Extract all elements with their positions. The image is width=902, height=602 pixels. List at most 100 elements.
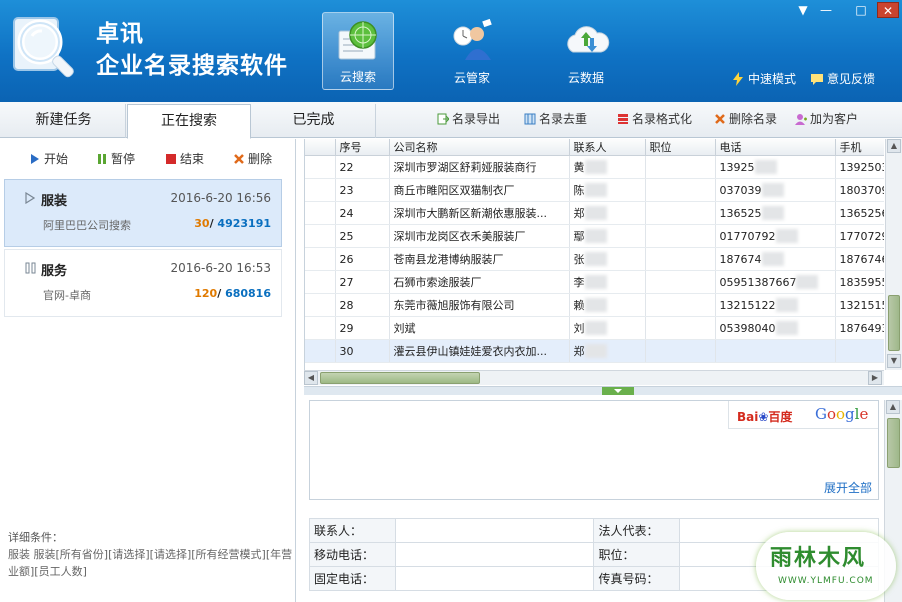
panel-splitter[interactable] <box>304 386 902 395</box>
redacted-mask <box>584 275 607 289</box>
cell-phone: 187674 <box>715 247 836 271</box>
table-row[interactable]: 28 东莞市薇旭服饰有限公司赖 13215122 1321515 <box>305 293 884 317</box>
app-title-line2: 企业名录搜索软件 <box>96 53 288 79</box>
scroll-up-arrow-icon[interactable]: ▲ <box>887 139 901 153</box>
export-list-label: 名录导出 <box>452 112 501 126</box>
delete-list-button[interactable]: 删除名录 <box>714 110 777 127</box>
minimize-button[interactable]: — <box>815 2 837 18</box>
table-horizontal-scrollbar[interactable]: ◀ ▶ <box>304 370 884 385</box>
export-list-button[interactable]: 名录导出 <box>437 110 500 127</box>
scroll-right-arrow-icon[interactable]: ▶ <box>868 371 882 385</box>
task-found-count: 120 <box>194 287 218 300</box>
format-list-button[interactable]: 名录格式化 <box>617 110 692 127</box>
search-engines: Bai❀百度 Google <box>728 401 878 429</box>
stop-icon <box>166 154 176 164</box>
dedupe-list-label: 名录去重 <box>539 112 588 126</box>
maximize-icon: □ <box>855 3 867 17</box>
delete-list-label: 删除名录 <box>729 112 778 126</box>
table-row[interactable]: 27 石狮市索途服装厂李 05951387667 1835955 <box>305 270 884 294</box>
column-header-company[interactable]: 公司名称 <box>389 139 570 156</box>
redacted-mask <box>584 344 607 358</box>
column-header-position[interactable]: 职位 <box>645 139 716 156</box>
scroll-thumb[interactable] <box>887 418 900 468</box>
position-label: 职位： <box>593 542 681 567</box>
cell-company: 商丘市睢阳区双猫制衣厂 <box>389 178 570 202</box>
column-header-mobile[interactable]: 手机 <box>835 139 884 156</box>
table-row[interactable]: 25 深圳市龙岗区衣禾美服装厂鄢 01770792 1770729 <box>305 224 884 248</box>
task-count: 30/ 4923191 <box>194 217 271 230</box>
redacted-mask <box>584 206 607 220</box>
title-bar: 卓讯 企业名录搜索软件 云搜索 云管家 云数据 ▼ — □ ✕ 中速模式 意见反… <box>0 0 902 102</box>
start-button[interactable]: 开始 <box>30 150 68 167</box>
landline-label: 固定电话： <box>309 566 396 591</box>
cell-mobile: 1365256 <box>835 201 884 225</box>
table-row[interactable]: 26 苍南县龙港博纳服装厂张 187674 1876746 <box>305 247 884 271</box>
chat-bubble-icon <box>811 74 823 85</box>
contact-person-value <box>394 518 595 543</box>
cell-mobile: 1392503 <box>835 155 884 179</box>
speed-mode-label: 中速模式 <box>748 72 797 86</box>
nav-cloud-search-label: 云搜索 <box>339 70 376 84</box>
baidu-logo-text-cn: 百度 <box>768 410 793 424</box>
cell-position <box>645 201 716 225</box>
table-row[interactable]: 24 深圳市大鹏新区新潮依惠服装... 郑 136525 1365256 <box>305 201 884 225</box>
table-row[interactable]: 30 灌云县伊山镇娃娃爱衣内衣加... 郑 <box>305 339 884 363</box>
feedback-button[interactable]: 意见反馈 <box>810 70 875 87</box>
cell-position <box>645 178 716 202</box>
column-header-contact[interactable]: 联系人 <box>569 139 646 156</box>
add-customer-button[interactable]: 加为客户 <box>795 110 858 127</box>
cell-index: 26 <box>335 247 390 271</box>
cell-contact: 郑 <box>569 201 646 225</box>
dedupe-list-button[interactable]: 名录去重 <box>524 110 587 127</box>
row-gutter <box>305 201 336 225</box>
cell-phone: 037039 <box>715 178 836 202</box>
table-vertical-scrollbar[interactable]: ▲ ▼ <box>885 139 902 370</box>
redacted-mask <box>584 229 607 243</box>
expand-all-link[interactable]: 展开全部 <box>824 479 872 496</box>
cell-mobile: 1321515 <box>835 293 884 317</box>
column-header-phone[interactable]: 电话 <box>715 139 836 156</box>
tab-searching[interactable]: 正在搜索 <box>127 104 251 139</box>
cell-contact: 陈 <box>569 178 646 202</box>
cell-contact: 鄢 <box>569 224 646 248</box>
pause-button[interactable]: 暂停 <box>97 150 135 167</box>
cell-position <box>645 293 716 317</box>
contact-person-label: 联系人： <box>309 518 396 543</box>
table-row[interactable]: 23 商丘市睢阳区双猫制衣厂陈 037039 1803709 <box>305 178 884 202</box>
feedback-label: 意见反馈 <box>827 72 876 86</box>
speed-mode-button[interactable]: 中速模式 <box>731 70 796 87</box>
task-item-clothing[interactable]: 服装 2016-6-20 16:56 阿里巴巴公司搜索 30/ 4923191 <box>4 179 282 247</box>
row-gutter <box>305 155 336 179</box>
redacted-mask <box>584 183 607 197</box>
scroll-left-arrow-icon[interactable]: ◀ <box>304 371 318 385</box>
app-title-line1: 卓讯 <box>96 21 144 47</box>
stop-button[interactable]: 结束 <box>166 150 204 167</box>
delete-task-button[interactable]: 删除 <box>234 150 272 167</box>
tab-completed[interactable]: 已完成 <box>252 104 376 138</box>
maximize-button[interactable]: □ <box>850 2 872 18</box>
baidu-logo[interactable]: Bai❀百度 <box>737 408 792 425</box>
table-row[interactable]: 22 深圳市罗湖区舒莉娅服装商行黄 13925 1392503 <box>305 155 884 179</box>
row-gutter <box>305 178 336 202</box>
detail-conditions-label: 详细条件： <box>8 531 63 544</box>
chevron-down-icon: ▼ <box>798 3 808 17</box>
close-button[interactable]: ✕ <box>877 2 899 18</box>
scroll-thumb[interactable] <box>320 372 480 384</box>
table-row[interactable]: 29 刘斌刘 05398040 1876493 <box>305 316 884 340</box>
nav-cloud-manager[interactable]: 云管家 <box>436 12 508 90</box>
redacted-mask <box>584 160 607 174</box>
column-header-index[interactable]: 序号 <box>335 139 390 156</box>
menu-dropdown-button[interactable]: ▼ <box>792 2 814 18</box>
scroll-thumb[interactable] <box>888 295 900 351</box>
cell-position <box>645 339 716 363</box>
google-logo[interactable]: Google <box>815 405 868 423</box>
export-icon <box>437 113 449 125</box>
task-item-service[interactable]: 服务 2016-6-20 16:53 官网-卓商 120/ 680816 <box>4 249 282 317</box>
tab-new-task[interactable]: 新建任务 <box>2 104 126 138</box>
collapse-handle-icon[interactable] <box>602 387 634 395</box>
scroll-up-arrow-icon[interactable]: ▲ <box>886 400 900 414</box>
nav-cloud-data[interactable]: 云数据 <box>550 12 622 90</box>
app-title: 卓讯 企业名录搜索软件 <box>96 18 288 82</box>
scroll-down-arrow-icon[interactable]: ▼ <box>887 354 901 368</box>
nav-cloud-search[interactable]: 云搜索 <box>322 12 394 90</box>
